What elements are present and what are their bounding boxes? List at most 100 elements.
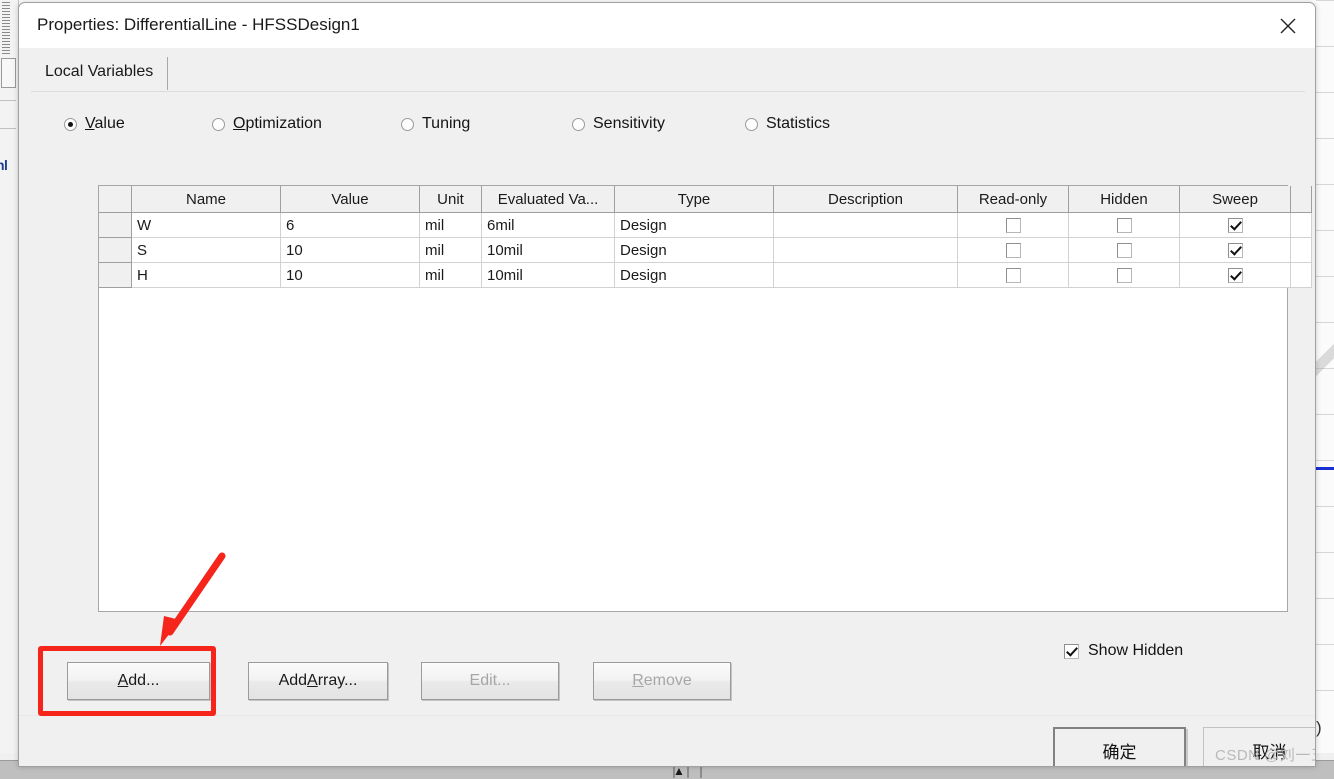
cell-description[interactable] bbox=[773, 237, 958, 263]
table-row[interactable]: H 10 mil 10mil Design bbox=[99, 262, 1312, 288]
show-hidden-label: Show Hidden bbox=[1088, 642, 1184, 659]
background-tool-box bbox=[1, 58, 16, 88]
dialog-titlebar: Properties: DifferentialLine - HFSSDesig… bbox=[19, 3, 1315, 48]
radio-value[interactable]: Value bbox=[64, 115, 125, 133]
column-header-description[interactable]: Description bbox=[773, 186, 958, 213]
cell-hidden[interactable] bbox=[1068, 212, 1180, 238]
column-header-value[interactable]: Value bbox=[280, 186, 420, 213]
dialog-title: Properties: DifferentialLine - HFSSDesig… bbox=[37, 15, 360, 34]
radio-optimization[interactable]: Optimization bbox=[212, 115, 322, 133]
cell-unit[interactable]: mil bbox=[419, 262, 482, 288]
radio-label: Statistics bbox=[766, 115, 831, 132]
tab-local-variables[interactable]: Local Variables bbox=[31, 57, 169, 90]
ok-button[interactable]: 确定 bbox=[1053, 727, 1186, 766]
tab-strip: Local Variables bbox=[19, 48, 1315, 90]
column-header-unit[interactable]: Unit bbox=[419, 186, 482, 213]
column-header-readonly[interactable]: Read-only bbox=[957, 186, 1069, 213]
background-left-text: nl bbox=[0, 157, 8, 173]
remove-button: Remove bbox=[593, 662, 731, 700]
cell-sweep[interactable] bbox=[1179, 212, 1291, 238]
cell-spacer bbox=[1290, 237, 1312, 263]
variables-grid: Name Value Unit Evaluated Va... Type Descript… bbox=[99, 186, 1312, 288]
checkbox-icon[interactable] bbox=[1005, 218, 1021, 234]
radio-sensitivity[interactable]: Sensitivity bbox=[572, 115, 665, 133]
background-selection-line bbox=[1316, 467, 1334, 470]
radio-label: Optimization bbox=[233, 115, 322, 132]
checkbox-icon[interactable] bbox=[1227, 218, 1243, 234]
checkbox-icon[interactable] bbox=[1116, 218, 1132, 234]
checkbox-icon[interactable] bbox=[1005, 268, 1021, 284]
cell-value[interactable]: 6 bbox=[280, 212, 420, 238]
cell-spacer bbox=[1290, 262, 1312, 288]
checkbox-icon[interactable] bbox=[1116, 268, 1132, 284]
background-divider bbox=[0, 100, 16, 101]
checkbox-icon[interactable] bbox=[1227, 268, 1243, 284]
radio-icon[interactable] bbox=[64, 117, 77, 131]
radio-icon[interactable] bbox=[572, 117, 585, 131]
background-divider bbox=[0, 128, 16, 129]
ruler-icon bbox=[2, 2, 10, 54]
tab-strip-divider bbox=[31, 91, 1305, 92]
cell-name[interactable]: W bbox=[131, 212, 281, 238]
column-header-rowhead[interactable] bbox=[99, 186, 132, 213]
variables-table[interactable]: Name Value Unit Evaluated Va... Type Descript… bbox=[98, 185, 1312, 612]
radio-label: Tuning bbox=[422, 115, 471, 132]
column-header-sweep[interactable]: Sweep bbox=[1179, 186, 1291, 213]
background-right-text: ) bbox=[1316, 718, 1322, 737]
column-header-hidden[interactable]: Hidden bbox=[1068, 186, 1180, 213]
cell-unit[interactable]: mil bbox=[419, 212, 482, 238]
cell-readonly[interactable] bbox=[957, 212, 1069, 238]
column-header-evaluated[interactable]: Evaluated Va... bbox=[481, 186, 615, 213]
cell-name[interactable]: H bbox=[131, 262, 281, 288]
checkbox-icon[interactable] bbox=[1227, 243, 1243, 259]
watermark-text: CSDN @刘一五 bbox=[1215, 747, 1316, 764]
cell-sweep[interactable] bbox=[1179, 237, 1291, 263]
cell-evaluated[interactable]: 10mil bbox=[481, 237, 615, 263]
add-array-button[interactable]: Add Array... bbox=[248, 662, 388, 700]
checkbox-icon[interactable] bbox=[1005, 243, 1021, 259]
cell-type[interactable]: Design bbox=[614, 212, 774, 238]
column-header-spacer[interactable] bbox=[1290, 186, 1312, 213]
radio-statistics[interactable]: Statistics bbox=[745, 115, 830, 133]
cell-description[interactable] bbox=[773, 262, 958, 288]
row-selector[interactable] bbox=[99, 262, 132, 288]
cell-readonly[interactable] bbox=[957, 237, 1069, 263]
cell-type[interactable]: Design bbox=[614, 237, 774, 263]
table-row[interactable]: W 6 mil 6mil Design bbox=[99, 212, 1312, 238]
cell-type[interactable]: Design bbox=[614, 262, 774, 288]
table-body: W 6 mil 6mil Design S 10 mil 10mil Design H 10 mil 10… bbox=[99, 212, 1312, 288]
cell-hidden[interactable] bbox=[1068, 237, 1180, 263]
table-row[interactable]: S 10 mil 10mil Design bbox=[99, 237, 1312, 263]
edit-button: Edit... bbox=[421, 662, 559, 700]
properties-dialog: Properties: DifferentialLine - HFSSDesig… bbox=[18, 2, 1316, 767]
cell-value[interactable]: 10 bbox=[280, 237, 420, 263]
cell-readonly[interactable] bbox=[957, 262, 1069, 288]
cell-unit[interactable]: mil bbox=[419, 237, 482, 263]
show-hidden-checkbox[interactable]: Show Hidden bbox=[1064, 642, 1183, 660]
cell-hidden[interactable] bbox=[1068, 262, 1180, 288]
radio-tuning[interactable]: Tuning bbox=[401, 115, 470, 133]
row-selector[interactable] bbox=[99, 237, 132, 263]
cell-description[interactable] bbox=[773, 212, 958, 238]
table-header-row: Name Value Unit Evaluated Va... Type Descript… bbox=[99, 186, 1312, 213]
row-selector[interactable] bbox=[99, 212, 132, 238]
cell-name[interactable]: S bbox=[131, 237, 281, 263]
radio-icon[interactable] bbox=[401, 117, 414, 131]
cell-value[interactable]: 10 bbox=[280, 262, 420, 288]
radio-icon[interactable] bbox=[212, 117, 225, 131]
radio-icon[interactable] bbox=[745, 117, 758, 131]
close-icon[interactable] bbox=[1261, 3, 1315, 48]
checkbox-icon[interactable] bbox=[1064, 643, 1079, 659]
column-header-name[interactable]: Name bbox=[131, 186, 281, 213]
cell-evaluated[interactable]: 10mil bbox=[481, 262, 615, 288]
radio-label: Sensitivity bbox=[593, 115, 666, 132]
cell-sweep[interactable] bbox=[1179, 262, 1291, 288]
column-header-type[interactable]: Type bbox=[614, 186, 774, 213]
background-grid bbox=[1316, 0, 1334, 720]
background-left-panel bbox=[0, 0, 19, 779]
radio-label: Value bbox=[85, 115, 125, 132]
checkbox-icon[interactable] bbox=[1116, 243, 1132, 259]
add-button[interactable]: Add... bbox=[67, 662, 210, 700]
cell-evaluated[interactable]: 6mil bbox=[481, 212, 615, 238]
cell-spacer bbox=[1290, 212, 1312, 238]
